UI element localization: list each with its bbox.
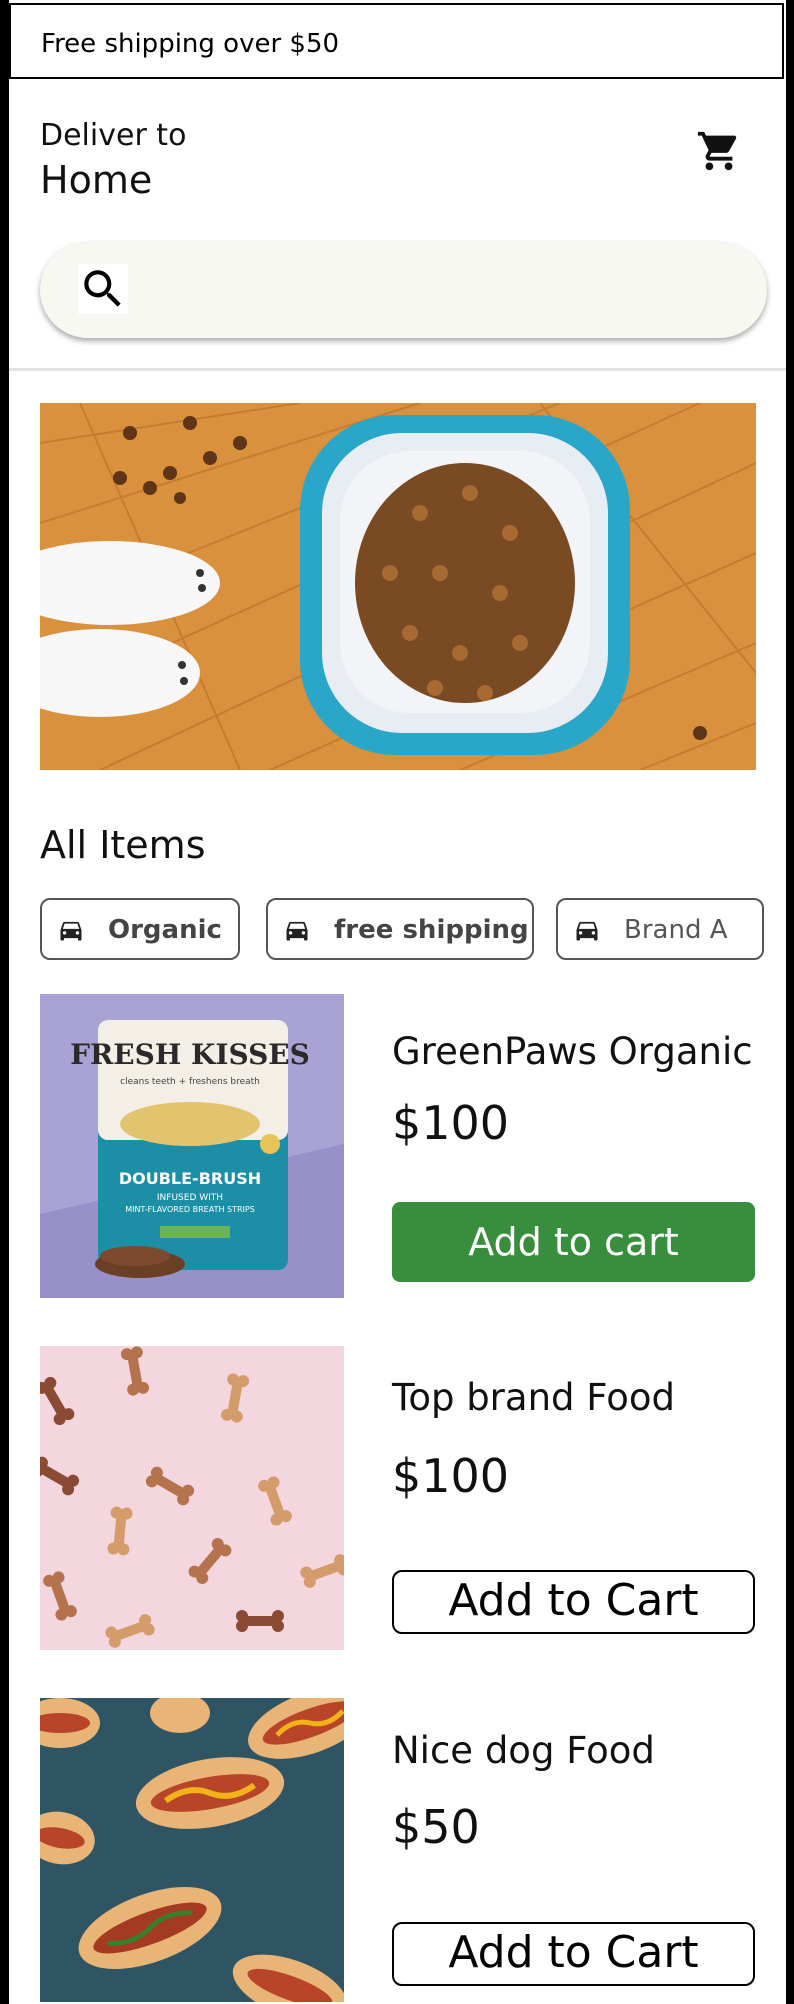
car-icon [286, 921, 308, 941]
delivery-location[interactable]: Home [40, 158, 152, 202]
app-screen: Free shipping over $50 Deliver to Home A… [9, 0, 786, 2004]
car-icon [60, 921, 82, 941]
add-to-cart-button[interactable]: Add to cart [392, 1202, 755, 1282]
product-name[interactable]: GreenPaws Organic [392, 1030, 753, 1073]
product-name[interactable]: Top brand Food [392, 1376, 675, 1419]
search-bar[interactable] [40, 242, 767, 338]
filter-chip-label: Organic [108, 915, 222, 945]
deliver-to-label: Deliver to [40, 118, 187, 153]
search-icon[interactable] [78, 264, 128, 314]
product-image-top-brand[interactable] [40, 1346, 344, 1650]
section-title: All Items [40, 823, 206, 867]
product-image-greenpaws[interactable]: FRESH KISSES cleans teeth + freshens bre… [40, 994, 344, 1298]
filter-chip-organic[interactable]: Organic [40, 898, 240, 960]
hero-banner-image[interactable] [40, 403, 756, 770]
shopping-cart-icon[interactable] [696, 128, 742, 174]
promo-text: Free shipping over $50 [41, 29, 340, 59]
filter-chip-brand-a[interactable]: Brand A [556, 898, 764, 960]
product-price: $100 [392, 1449, 510, 1503]
header-divider [9, 368, 786, 371]
package-line-text: INFUSED WITH [157, 1193, 223, 1203]
promo-banner: Free shipping over $50 [9, 3, 784, 79]
add-to-cart-button[interactable]: Add to Cart [392, 1922, 755, 1986]
product-price: $100 [392, 1096, 510, 1150]
package-line-text: MINT-FLAVORED BREATH STRIPS [125, 1205, 255, 1214]
package-tagline-text: cleans teeth + freshens breath [120, 1077, 260, 1087]
add-to-cart-button[interactable]: Add to Cart [392, 1570, 755, 1634]
search-input[interactable] [140, 262, 734, 320]
filter-chip-label: Brand A [624, 915, 728, 945]
product-price: $50 [392, 1800, 480, 1854]
car-icon [576, 921, 598, 941]
package-brand-text: FRESH KISSES [70, 1038, 310, 1071]
package-line-text: DOUBLE-BRUSH [119, 1169, 261, 1188]
filter-chip-label: free shipping [334, 915, 529, 945]
product-name[interactable]: Nice dog Food [392, 1729, 655, 1772]
product-image-nice-dog[interactable] [40, 1698, 344, 2002]
filter-chip-free-shipping[interactable]: free shipping [266, 898, 534, 960]
